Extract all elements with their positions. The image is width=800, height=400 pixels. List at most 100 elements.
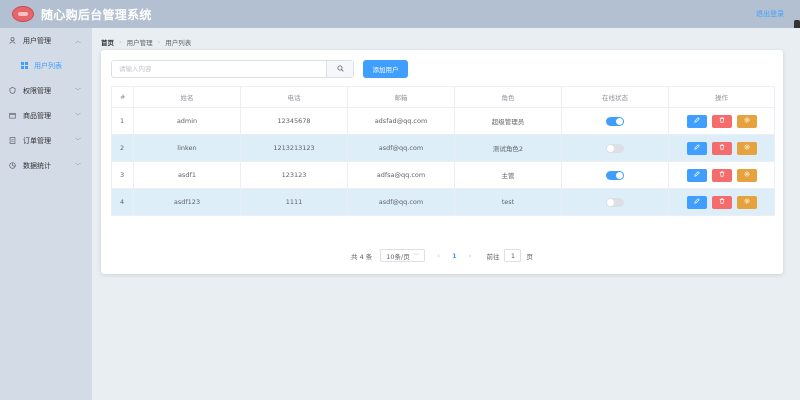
app-title: 随心购后台管理系统 xyxy=(41,7,152,22)
user-table: # 姓名 电话 邮箱 角色 在线状态 操作 1 admin 12345678 adsf… xyxy=(111,86,775,216)
cell-online-status xyxy=(561,107,669,135)
user-list-card: 添加用户 # 姓名 电话 邮箱 角色 在线状态 操作 1admin1234567… xyxy=(101,50,783,274)
column-header-phone: 电话 xyxy=(240,86,348,108)
table-header-row: # 姓名 电话 邮箱 角色 在线状态 操作 xyxy=(111,86,775,108)
column-header-index: # xyxy=(111,86,134,108)
shield-icon xyxy=(9,87,16,94)
delete-button[interactable] xyxy=(711,141,732,155)
app-header: 随心购后台管理系统 退出登录 xyxy=(0,0,800,42)
sidebar-item-permission-management[interactable]: 权限管理 ﹀ xyxy=(0,78,92,103)
page-size-select[interactable]: 10条/页 ﹀ xyxy=(380,249,426,262)
cell-role: 测试角色2 xyxy=(454,134,562,162)
prev-page-button[interactable]: ‹ xyxy=(437,252,440,260)
grid-icon xyxy=(21,62,28,69)
cell-index: 1 xyxy=(111,107,134,135)
cell-email: asdf@qq.com xyxy=(347,134,455,162)
next-page-button[interactable]: › xyxy=(469,252,472,260)
breadcrumb-level1: 用户管理 xyxy=(126,39,153,47)
chevron-down-icon: ﹀ xyxy=(74,113,81,120)
table-row: 2 linken 1213213123 asdf@qq.com 测试角色2 xyxy=(111,134,775,162)
breadcrumb-home[interactable]: 首页 xyxy=(101,37,114,47)
settings-icon xyxy=(743,171,750,179)
search-button[interactable] xyxy=(326,61,353,77)
assign-role-button[interactable] xyxy=(736,141,757,155)
search-icon xyxy=(336,64,344,74)
delete-icon xyxy=(719,144,725,152)
edit-button[interactable] xyxy=(686,168,707,182)
assign-role-button[interactable] xyxy=(736,195,757,209)
sidebar-menu: 用户管理 ︿ 用户列表 权限管理 ﹀ 商品管理 ﹀ 订单管理 ﹀ 数据统计 ﹀ xyxy=(0,28,92,400)
edit-button[interactable] xyxy=(686,195,707,209)
cell-phone: 1213213123 xyxy=(240,134,348,162)
sidebar-item-user-list[interactable]: 用户列表 xyxy=(0,53,92,78)
add-user-button[interactable]: 添加用户 xyxy=(363,60,408,78)
chevron-down-icon: ﹀ xyxy=(74,88,81,95)
online-status-switch[interactable] xyxy=(606,116,624,126)
cell-phone: 12345678 xyxy=(240,107,348,135)
cell-index: 4 xyxy=(111,188,134,216)
page-size-value: 10条/页 xyxy=(386,252,410,261)
cell-email: adsfad@qq.com xyxy=(347,107,455,135)
column-header-role: 角色 xyxy=(454,86,562,108)
chevron-down-icon: ﹀ xyxy=(74,163,81,170)
chevron-down-icon: ﹀ xyxy=(74,138,81,145)
cell-phone: 123123 xyxy=(240,161,348,189)
cell-actions xyxy=(668,134,775,162)
sidebar-subitem-label: 用户列表 xyxy=(34,61,62,70)
cell-role: 主管 xyxy=(454,161,562,189)
cell-online-status xyxy=(561,161,669,189)
breadcrumb-separator-icon: › xyxy=(119,38,122,46)
search-box xyxy=(111,60,354,78)
goto-page-input[interactable] xyxy=(504,249,522,262)
column-header-email: 邮箱 xyxy=(347,86,455,108)
edit-icon xyxy=(693,117,700,125)
cell-role: 超级管理员 xyxy=(454,107,562,135)
cell-index: 3 xyxy=(111,161,134,189)
box-icon xyxy=(9,112,16,119)
sidebar-item-product-management[interactable]: 商品管理 ﹀ xyxy=(0,103,92,128)
cell-name: linken xyxy=(133,134,241,162)
delete-button[interactable] xyxy=(711,195,732,209)
edit-icon xyxy=(693,171,700,179)
cell-online-status xyxy=(561,188,669,216)
search-input[interactable] xyxy=(112,61,326,77)
goto-page: 前往 页 xyxy=(486,249,533,262)
pagination-total: 共 4 条 xyxy=(351,252,373,261)
online-status-switch[interactable] xyxy=(606,143,624,153)
cell-actions xyxy=(668,107,775,135)
settings-icon xyxy=(743,117,750,125)
sidebar-item-data-statistics[interactable]: 数据统计 ﹀ xyxy=(0,153,92,178)
logout-link[interactable]: 退出登录 xyxy=(756,9,784,19)
breadcrumb: 首页 › 用户管理 › 用户列表 xyxy=(101,37,191,47)
sidebar-item-user-management[interactable]: 用户管理 ︿ xyxy=(0,28,92,53)
assign-role-button[interactable] xyxy=(736,114,757,128)
sidebar-item-label: 订单管理 xyxy=(23,136,51,145)
edit-button[interactable] xyxy=(686,141,707,155)
delete-icon xyxy=(719,117,725,125)
page-number-current[interactable]: 1 xyxy=(452,252,457,260)
pig-logo-icon xyxy=(12,6,34,22)
sidebar-item-label: 数据统计 xyxy=(23,161,51,170)
online-status-switch[interactable] xyxy=(606,197,624,207)
assign-role-button[interactable] xyxy=(736,168,757,182)
chevron-down-icon: ﹀ xyxy=(413,253,420,260)
user-icon xyxy=(9,37,16,44)
sidebar-item-label: 商品管理 xyxy=(23,111,51,120)
edit-button[interactable] xyxy=(686,114,707,128)
goto-label: 前往 xyxy=(486,252,500,261)
cell-role: test xyxy=(454,188,562,216)
edit-icon xyxy=(693,144,700,152)
pagination: 共 4 条 10条/页 ﹀ ‹ 1 › 前往 页 xyxy=(351,249,533,262)
cell-email: adfsa@qq.com xyxy=(347,161,455,189)
table-row: 4 asdf123 1111 asdf@qq.com test xyxy=(111,188,775,216)
column-header-actions: 操作 xyxy=(668,86,775,108)
breadcrumb-separator-icon: › xyxy=(157,38,161,46)
delete-button[interactable] xyxy=(711,114,732,128)
delete-button[interactable] xyxy=(711,168,732,182)
chevron-up-icon: ︿ xyxy=(74,38,81,45)
online-status-switch[interactable] xyxy=(606,170,624,180)
delete-icon xyxy=(719,171,725,179)
document-icon xyxy=(9,137,16,144)
edit-icon xyxy=(693,198,700,206)
sidebar-item-order-management[interactable]: 订单管理 ﹀ xyxy=(0,128,92,153)
